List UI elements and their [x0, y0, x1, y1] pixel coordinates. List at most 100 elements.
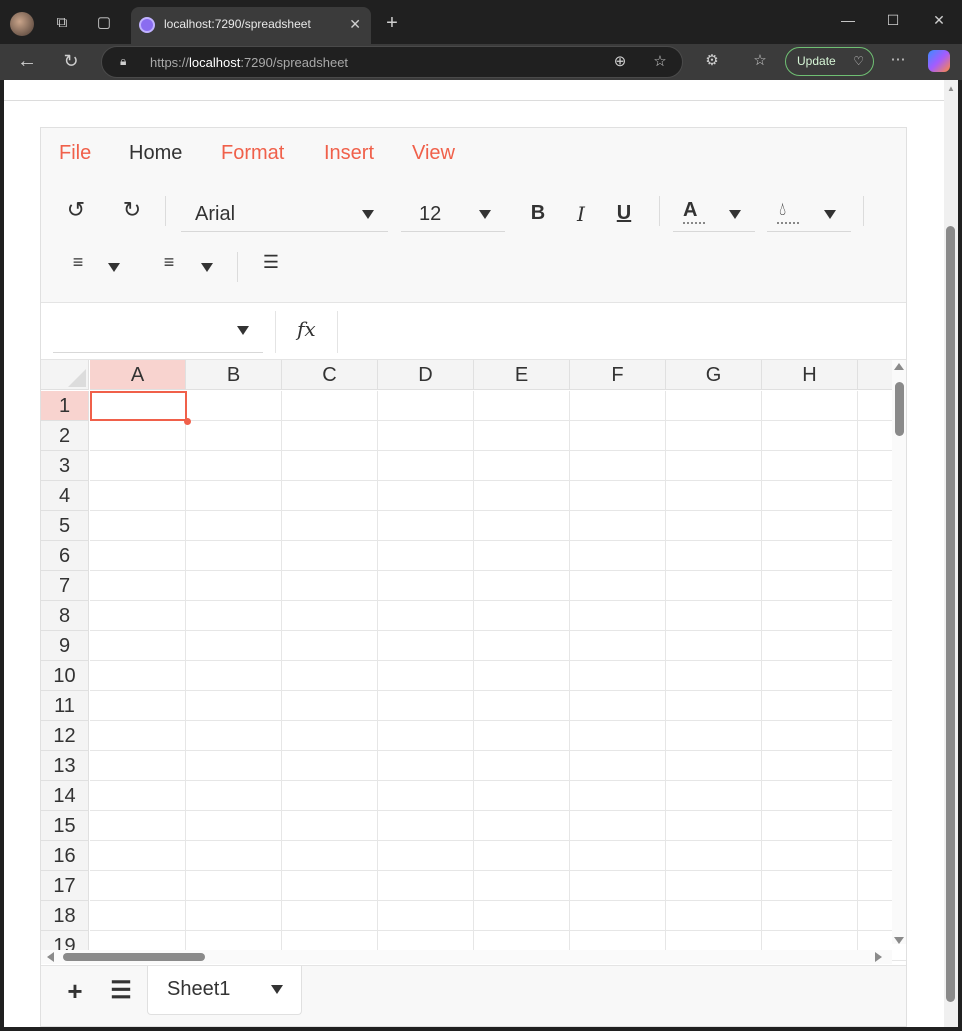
grid-cell[interactable] — [378, 541, 474, 571]
grid-cell[interactable] — [378, 691, 474, 721]
row-header-13[interactable]: 13 — [41, 751, 89, 781]
grid-cell[interactable] — [282, 811, 378, 841]
grid-cell[interactable] — [762, 661, 858, 691]
grid-cell[interactable] — [378, 451, 474, 481]
grid-cell[interactable] — [186, 631, 282, 661]
grid-cell[interactable] — [570, 541, 666, 571]
address-bar[interactable]: 🔒︎ https://localhost:7290/spreadsheet ⊕ … — [101, 46, 683, 78]
back-icon[interactable]: ← — [17, 51, 37, 71]
grid-cell[interactable] — [762, 421, 858, 451]
grid-cell[interactable] — [762, 721, 858, 751]
grid-cell[interactable] — [282, 631, 378, 661]
grid-cell[interactable] — [186, 541, 282, 571]
grid-cell[interactable] — [282, 481, 378, 511]
grid-cell[interactable] — [474, 511, 570, 541]
row-header-17[interactable]: 17 — [41, 871, 89, 901]
grid-cell[interactable] — [762, 871, 858, 901]
grid-cell[interactable] — [378, 511, 474, 541]
grid-cell[interactable] — [282, 691, 378, 721]
row-header-5[interactable]: 5 — [41, 511, 89, 541]
grid-cell[interactable] — [762, 751, 858, 781]
name-box[interactable] — [53, 309, 263, 353]
grid-cell[interactable] — [186, 391, 282, 421]
grid-cell[interactable] — [570, 811, 666, 841]
row-header-3[interactable]: 3 — [41, 451, 89, 481]
grid-cell[interactable] — [186, 661, 282, 691]
grid-cell[interactable] — [378, 391, 474, 421]
fill-handle[interactable] — [184, 418, 191, 425]
grid-cell[interactable] — [186, 811, 282, 841]
fill-color-dropdown[interactable]: 💧︎ — [767, 195, 851, 232]
grid-cell[interactable] — [474, 571, 570, 601]
grid-cell[interactable] — [474, 781, 570, 811]
grid-cell[interactable] — [474, 691, 570, 721]
page-scrollbar[interactable]: ▲ — [944, 80, 958, 1027]
grid-cell[interactable] — [90, 511, 186, 541]
grid-cell[interactable] — [474, 871, 570, 901]
select-all-corner[interactable] — [41, 360, 89, 390]
grid-cell[interactable] — [474, 451, 570, 481]
grid-cell[interactable] — [666, 601, 762, 631]
grid-cell[interactable] — [762, 691, 858, 721]
grid-cell[interactable] — [186, 691, 282, 721]
formula-input[interactable] — [341, 311, 901, 353]
tab-file[interactable]: File — [59, 142, 91, 165]
row-header-11[interactable]: 11 — [41, 691, 89, 721]
workspaces-icon[interactable]: ⧉ — [52, 13, 72, 33]
grid-cell[interactable] — [378, 871, 474, 901]
grid-cell[interactable] — [378, 601, 474, 631]
row-header-14[interactable]: 14 — [41, 781, 89, 811]
favorites-icon[interactable]: ☆ — [750, 51, 770, 71]
horizontal-align-icon[interactable]: ≡ — [67, 252, 89, 273]
grid-cell[interactable] — [762, 811, 858, 841]
grid-cell[interactable] — [570, 721, 666, 751]
grid-cell[interactable] — [474, 421, 570, 451]
scroll-up-arrow-icon[interactable]: ▲ — [947, 84, 955, 93]
grid-cell[interactable] — [186, 901, 282, 931]
grid-cell[interactable] — [90, 421, 186, 451]
grid-cell[interactable] — [282, 571, 378, 601]
row-header-7[interactable]: 7 — [41, 571, 89, 601]
grid-cell[interactable] — [282, 451, 378, 481]
font-color-dropdown[interactable]: A — [673, 195, 755, 232]
row-header-9[interactable]: 9 — [41, 631, 89, 661]
zoom-icon[interactable]: ⊕ — [610, 52, 630, 72]
scroll-up-arrow-icon[interactable] — [894, 363, 904, 370]
refresh-icon[interactable]: ↻ — [61, 51, 81, 71]
grid-cell[interactable] — [666, 691, 762, 721]
grid-cell[interactable] — [474, 541, 570, 571]
grid-cell[interactable] — [378, 661, 474, 691]
column-header-g[interactable]: G — [666, 360, 762, 390]
grid-cell[interactable] — [186, 481, 282, 511]
grid-cell[interactable] — [282, 901, 378, 931]
grid-cell[interactable] — [570, 391, 666, 421]
grid-cell[interactable] — [474, 841, 570, 871]
grid-cell[interactable] — [762, 781, 858, 811]
grid-cell[interactable] — [378, 841, 474, 871]
grid-cell[interactable] — [666, 781, 762, 811]
row-header-15[interactable]: 15 — [41, 811, 89, 841]
grid-cell[interactable] — [570, 421, 666, 451]
font-size-dropdown[interactable]: 12 — [401, 195, 505, 232]
active-cell-a1[interactable] — [90, 391, 187, 421]
row-header-1[interactable]: 1 — [41, 391, 89, 421]
grid-cell[interactable] — [90, 901, 186, 931]
grid-cell[interactable] — [378, 721, 474, 751]
grid-cell[interactable] — [474, 631, 570, 661]
grid-cell[interactable] — [666, 571, 762, 601]
grid-cell[interactable] — [378, 571, 474, 601]
grid-cell[interactable] — [90, 541, 186, 571]
grid-cell[interactable] — [282, 511, 378, 541]
grid-cell[interactable] — [570, 841, 666, 871]
grid-cell[interactable] — [762, 901, 858, 931]
grid-cell[interactable] — [762, 571, 858, 601]
grid-horizontal-scrollbar[interactable] — [41, 950, 892, 964]
grid-cell[interactable] — [474, 721, 570, 751]
grid-cell[interactable] — [90, 661, 186, 691]
column-header-a[interactable]: A — [90, 360, 186, 390]
column-header-b[interactable]: B — [186, 360, 282, 390]
column-header-c[interactable]: C — [282, 360, 378, 390]
grid-cell[interactable] — [474, 601, 570, 631]
row-header-12[interactable]: 12 — [41, 721, 89, 751]
row-header-4[interactable]: 4 — [41, 481, 89, 511]
